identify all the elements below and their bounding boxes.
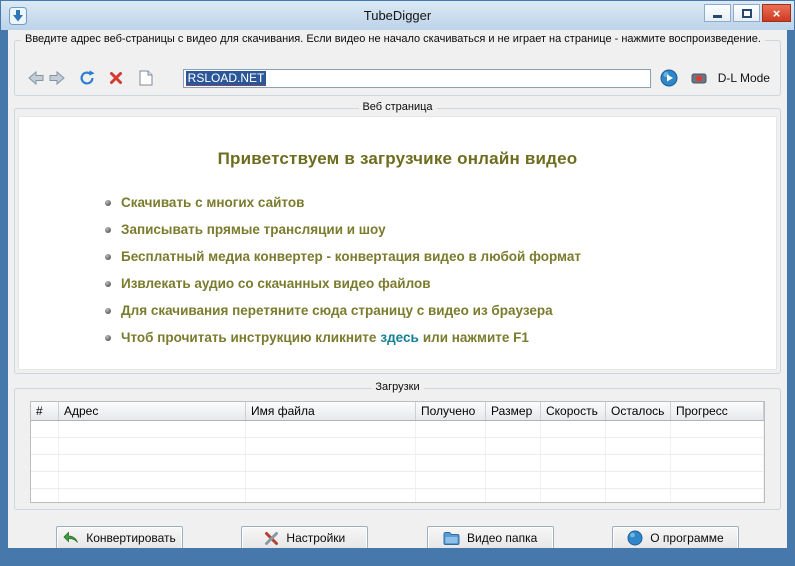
bullet-text: Бесплатный медиа конвертер - конвертация… (121, 249, 581, 264)
settings-button-label: Настройки (286, 531, 346, 545)
footer-buttons: Конвертировать Настройки Видео папка О п… (56, 526, 739, 548)
help-link[interactable]: здесь (380, 330, 418, 345)
toolbar-group: Введите адрес веб-страницы с видео для с… (14, 33, 781, 96)
forward-icon (49, 70, 66, 86)
list-item: Записывать прямые трансляции и шоу (105, 222, 776, 237)
column-header-progress[interactable]: Прогресс (671, 402, 764, 420)
column-header-size[interactable]: Размер (486, 402, 541, 420)
play-icon (660, 69, 678, 87)
minimize-icon (713, 15, 722, 18)
bullet-text: Записывать прямые трансляции и шоу (121, 222, 386, 237)
titlebar: TubeDigger × (1, 1, 794, 30)
dl-mode-label[interactable]: D-L Mode (718, 71, 770, 85)
table-row (31, 421, 764, 438)
column-header-filename[interactable]: Имя файла (246, 402, 416, 420)
column-header-speed[interactable]: Скорость (541, 402, 606, 420)
refresh-icon (80, 70, 95, 85)
list-item: Извлекать аудио со скачанных видео файло… (105, 276, 776, 291)
list-item: Бесплатный медиа конвертер - конвертация… (105, 249, 776, 264)
about-button[interactable]: О программе (611, 526, 739, 548)
settings-button[interactable]: Настройки (241, 526, 369, 548)
downloads-group: Загрузки # Адрес Имя файла Получено Разм… (14, 381, 781, 510)
back-icon (27, 70, 44, 86)
welcome-list: Скачивать с многих сайтов Записывать пря… (105, 195, 776, 345)
app-logo-icon (9, 6, 27, 25)
bullet-icon (105, 253, 111, 260)
column-header-received[interactable]: Получено (416, 402, 486, 420)
bullet-text: Скачивать с многих сайтов (121, 195, 305, 210)
webpage-group-label: Веб страница (358, 101, 437, 113)
bullet-icon (105, 334, 111, 341)
table-row (31, 472, 764, 489)
refresh-button[interactable] (76, 68, 98, 88)
bullet-text: Для скачивания перетяните сюда страницу … (121, 303, 553, 318)
tools-icon (265, 531, 279, 545)
stop-button[interactable] (106, 68, 128, 88)
window-controls: × (704, 4, 791, 22)
webview: Приветствуем в загрузчике онлайн видео С… (18, 116, 777, 370)
video-folder-button[interactable]: Видео папка (426, 526, 554, 548)
downloads-group-label: Загрузки (371, 381, 424, 393)
back-button[interactable] (25, 68, 47, 88)
toolbar: RSLOAD.NET D-L Mode (25, 67, 770, 89)
table-header: # Адрес Имя файла Получено Размер Скорос… (31, 402, 764, 421)
bullet-icon (105, 307, 111, 314)
close-button[interactable]: × (762, 4, 791, 22)
url-input[interactable]: RSLOAD.NET (182, 68, 651, 88)
column-header-number[interactable]: # (31, 402, 59, 420)
record-icon (691, 73, 707, 84)
maximize-icon (741, 8, 752, 18)
list-item: Чтоб прочитать инструкцию кликните здесь… (105, 330, 776, 345)
video-folder-button-label: Видео папка (467, 531, 538, 545)
column-header-remaining[interactable]: Осталось (606, 402, 671, 420)
column-header-address[interactable]: Адрес (59, 402, 246, 420)
maximize-button[interactable] (733, 4, 760, 22)
forward-button[interactable] (47, 68, 69, 88)
folder-icon (443, 532, 460, 545)
convert-icon (63, 531, 79, 543)
downloads-table: # Адрес Имя файла Получено Размер Скорос… (30, 401, 765, 503)
document-icon (139, 70, 153, 86)
welcome-heading: Приветствуем в загрузчике онлайн видео (217, 149, 578, 168)
close-icon: × (772, 5, 781, 21)
bullet-text: Чтоб прочитать инструкцию кликните (121, 330, 377, 345)
about-icon (627, 530, 643, 546)
stop-icon (110, 72, 123, 84)
table-row (31, 455, 764, 472)
client-area: Введите адрес веб-страницы с видео для с… (8, 30, 787, 548)
url-selected-text: RSLOAD.NET (185, 70, 267, 86)
minimize-button[interactable] (704, 4, 731, 22)
play-button[interactable] (659, 68, 681, 88)
toolbar-instruction: Введите адрес веб-страницы с видео для с… (21, 33, 765, 45)
convert-button-label: Конвертировать (86, 531, 176, 545)
bullet-icon (105, 280, 111, 287)
bullet-icon (105, 199, 111, 206)
table-row (31, 489, 764, 502)
list-item: Скачивать с многих сайтов (105, 195, 776, 210)
bullet-text: или нажмите F1 (422, 330, 529, 345)
record-button[interactable] (688, 68, 710, 88)
bullet-icon (105, 226, 111, 233)
webpage-group: Веб страница Приветствуем в загрузчике о… (14, 101, 781, 374)
about-button-label: О программе (650, 531, 724, 545)
convert-button[interactable]: Конвертировать (56, 526, 183, 548)
list-item: Для скачивания перетяните сюда страницу … (105, 303, 776, 318)
bullet-text: Извлекать аудио со скачанных видео файло… (121, 276, 431, 291)
window-title: TubeDigger (363, 8, 432, 23)
table-row (31, 438, 764, 455)
new-page-button[interactable] (135, 68, 157, 88)
